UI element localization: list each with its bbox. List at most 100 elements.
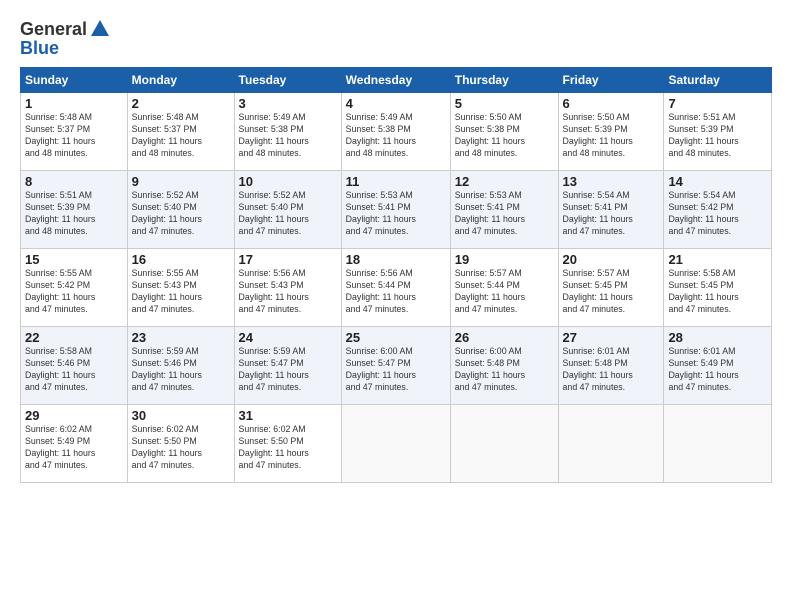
calendar-cell: 6Sunrise: 5:50 AMSunset: 5:39 PMDaylight… xyxy=(558,93,664,171)
day-number: 8 xyxy=(25,174,123,189)
day-number: 15 xyxy=(25,252,123,267)
day-number: 28 xyxy=(668,330,767,345)
calendar-cell: 11Sunrise: 5:53 AMSunset: 5:41 PMDayligh… xyxy=(341,171,450,249)
calendar-cell: 1Sunrise: 5:48 AMSunset: 5:37 PMDaylight… xyxy=(21,93,128,171)
day-info: Sunrise: 5:58 AMSunset: 5:46 PMDaylight:… xyxy=(25,346,123,394)
day-number: 14 xyxy=(668,174,767,189)
day-number: 29 xyxy=(25,408,123,423)
day-number: 11 xyxy=(346,174,446,189)
day-number: 22 xyxy=(25,330,123,345)
calendar-table: SundayMondayTuesdayWednesdayThursdayFrid… xyxy=(20,67,772,483)
day-number: 23 xyxy=(132,330,230,345)
day-number: 6 xyxy=(563,96,660,111)
day-number: 13 xyxy=(563,174,660,189)
header-day-monday: Monday xyxy=(127,68,234,93)
calendar-cell: 23Sunrise: 5:59 AMSunset: 5:46 PMDayligh… xyxy=(127,327,234,405)
calendar-cell: 28Sunrise: 6:01 AMSunset: 5:49 PMDayligh… xyxy=(664,327,772,405)
calendar-cell: 8Sunrise: 5:51 AMSunset: 5:39 PMDaylight… xyxy=(21,171,128,249)
day-info: Sunrise: 6:00 AMSunset: 5:47 PMDaylight:… xyxy=(346,346,446,394)
calendar-cell: 16Sunrise: 5:55 AMSunset: 5:43 PMDayligh… xyxy=(127,249,234,327)
calendar-cell: 27Sunrise: 6:01 AMSunset: 5:48 PMDayligh… xyxy=(558,327,664,405)
day-info: Sunrise: 6:00 AMSunset: 5:48 PMDaylight:… xyxy=(455,346,554,394)
header-day-sunday: Sunday xyxy=(21,68,128,93)
day-number: 21 xyxy=(668,252,767,267)
day-info: Sunrise: 5:56 AMSunset: 5:44 PMDaylight:… xyxy=(346,268,446,316)
day-info: Sunrise: 5:50 AMSunset: 5:39 PMDaylight:… xyxy=(563,112,660,160)
day-number: 30 xyxy=(132,408,230,423)
day-info: Sunrise: 5:52 AMSunset: 5:40 PMDaylight:… xyxy=(132,190,230,238)
day-number: 2 xyxy=(132,96,230,111)
header-day-thursday: Thursday xyxy=(450,68,558,93)
day-info: Sunrise: 6:02 AMSunset: 5:50 PMDaylight:… xyxy=(132,424,230,472)
day-number: 20 xyxy=(563,252,660,267)
day-number: 16 xyxy=(132,252,230,267)
calendar-cell: 7Sunrise: 5:51 AMSunset: 5:39 PMDaylight… xyxy=(664,93,772,171)
calendar-cell: 4Sunrise: 5:49 AMSunset: 5:38 PMDaylight… xyxy=(341,93,450,171)
calendar-cell: 2Sunrise: 5:48 AMSunset: 5:37 PMDaylight… xyxy=(127,93,234,171)
day-number: 3 xyxy=(239,96,337,111)
calendar-cell xyxy=(341,405,450,483)
calendar-cell: 9Sunrise: 5:52 AMSunset: 5:40 PMDaylight… xyxy=(127,171,234,249)
day-info: Sunrise: 5:59 AMSunset: 5:46 PMDaylight:… xyxy=(132,346,230,394)
calendar-cell: 25Sunrise: 6:00 AMSunset: 5:47 PMDayligh… xyxy=(341,327,450,405)
day-info: Sunrise: 5:54 AMSunset: 5:42 PMDaylight:… xyxy=(668,190,767,238)
logo-general: General xyxy=(20,19,87,40)
day-info: Sunrise: 5:53 AMSunset: 5:41 PMDaylight:… xyxy=(455,190,554,238)
day-info: Sunrise: 5:54 AMSunset: 5:41 PMDaylight:… xyxy=(563,190,660,238)
day-info: Sunrise: 5:49 AMSunset: 5:38 PMDaylight:… xyxy=(239,112,337,160)
calendar-cell: 17Sunrise: 5:56 AMSunset: 5:43 PMDayligh… xyxy=(234,249,341,327)
logo-icon xyxy=(89,18,111,40)
calendar-cell: 29Sunrise: 6:02 AMSunset: 5:49 PMDayligh… xyxy=(21,405,128,483)
calendar-cell: 20Sunrise: 5:57 AMSunset: 5:45 PMDayligh… xyxy=(558,249,664,327)
day-number: 5 xyxy=(455,96,554,111)
calendar-cell: 15Sunrise: 5:55 AMSunset: 5:42 PMDayligh… xyxy=(21,249,128,327)
calendar-cell: 3Sunrise: 5:49 AMSunset: 5:38 PMDaylight… xyxy=(234,93,341,171)
calendar-cell: 31Sunrise: 6:02 AMSunset: 5:50 PMDayligh… xyxy=(234,405,341,483)
day-info: Sunrise: 5:59 AMSunset: 5:47 PMDaylight:… xyxy=(239,346,337,394)
calendar-cell: 26Sunrise: 6:00 AMSunset: 5:48 PMDayligh… xyxy=(450,327,558,405)
day-number: 19 xyxy=(455,252,554,267)
logo: General Blue xyxy=(20,18,111,59)
day-number: 12 xyxy=(455,174,554,189)
day-number: 18 xyxy=(346,252,446,267)
day-number: 25 xyxy=(346,330,446,345)
logo-blue: Blue xyxy=(20,38,111,59)
calendar-cell: 21Sunrise: 5:58 AMSunset: 5:45 PMDayligh… xyxy=(664,249,772,327)
calendar-cell: 14Sunrise: 5:54 AMSunset: 5:42 PMDayligh… xyxy=(664,171,772,249)
day-info: Sunrise: 6:02 AMSunset: 5:50 PMDaylight:… xyxy=(239,424,337,472)
day-info: Sunrise: 5:58 AMSunset: 5:45 PMDaylight:… xyxy=(668,268,767,316)
day-info: Sunrise: 5:48 AMSunset: 5:37 PMDaylight:… xyxy=(25,112,123,160)
calendar-cell: 5Sunrise: 5:50 AMSunset: 5:38 PMDaylight… xyxy=(450,93,558,171)
day-number: 9 xyxy=(132,174,230,189)
day-number: 31 xyxy=(239,408,337,423)
day-number: 27 xyxy=(563,330,660,345)
calendar-cell xyxy=(450,405,558,483)
day-info: Sunrise: 5:57 AMSunset: 5:44 PMDaylight:… xyxy=(455,268,554,316)
day-info: Sunrise: 5:55 AMSunset: 5:43 PMDaylight:… xyxy=(132,268,230,316)
day-info: Sunrise: 5:57 AMSunset: 5:45 PMDaylight:… xyxy=(563,268,660,316)
calendar-cell: 10Sunrise: 5:52 AMSunset: 5:40 PMDayligh… xyxy=(234,171,341,249)
day-info: Sunrise: 5:52 AMSunset: 5:40 PMDaylight:… xyxy=(239,190,337,238)
day-number: 10 xyxy=(239,174,337,189)
calendar-cell: 24Sunrise: 5:59 AMSunset: 5:47 PMDayligh… xyxy=(234,327,341,405)
calendar-cell: 19Sunrise: 5:57 AMSunset: 5:44 PMDayligh… xyxy=(450,249,558,327)
day-number: 17 xyxy=(239,252,337,267)
calendar-cell: 12Sunrise: 5:53 AMSunset: 5:41 PMDayligh… xyxy=(450,171,558,249)
header-day-friday: Friday xyxy=(558,68,664,93)
day-info: Sunrise: 6:01 AMSunset: 5:49 PMDaylight:… xyxy=(668,346,767,394)
day-number: 4 xyxy=(346,96,446,111)
day-info: Sunrise: 5:51 AMSunset: 5:39 PMDaylight:… xyxy=(25,190,123,238)
day-info: Sunrise: 5:51 AMSunset: 5:39 PMDaylight:… xyxy=(668,112,767,160)
calendar-cell: 22Sunrise: 5:58 AMSunset: 5:46 PMDayligh… xyxy=(21,327,128,405)
day-number: 26 xyxy=(455,330,554,345)
day-info: Sunrise: 5:48 AMSunset: 5:37 PMDaylight:… xyxy=(132,112,230,160)
day-info: Sunrise: 5:50 AMSunset: 5:38 PMDaylight:… xyxy=(455,112,554,160)
calendar-cell: 18Sunrise: 5:56 AMSunset: 5:44 PMDayligh… xyxy=(341,249,450,327)
day-number: 24 xyxy=(239,330,337,345)
day-info: Sunrise: 5:55 AMSunset: 5:42 PMDaylight:… xyxy=(25,268,123,316)
day-number: 7 xyxy=(668,96,767,111)
header-day-wednesday: Wednesday xyxy=(341,68,450,93)
day-info: Sunrise: 5:53 AMSunset: 5:41 PMDaylight:… xyxy=(346,190,446,238)
header-day-saturday: Saturday xyxy=(664,68,772,93)
calendar-cell: 13Sunrise: 5:54 AMSunset: 5:41 PMDayligh… xyxy=(558,171,664,249)
